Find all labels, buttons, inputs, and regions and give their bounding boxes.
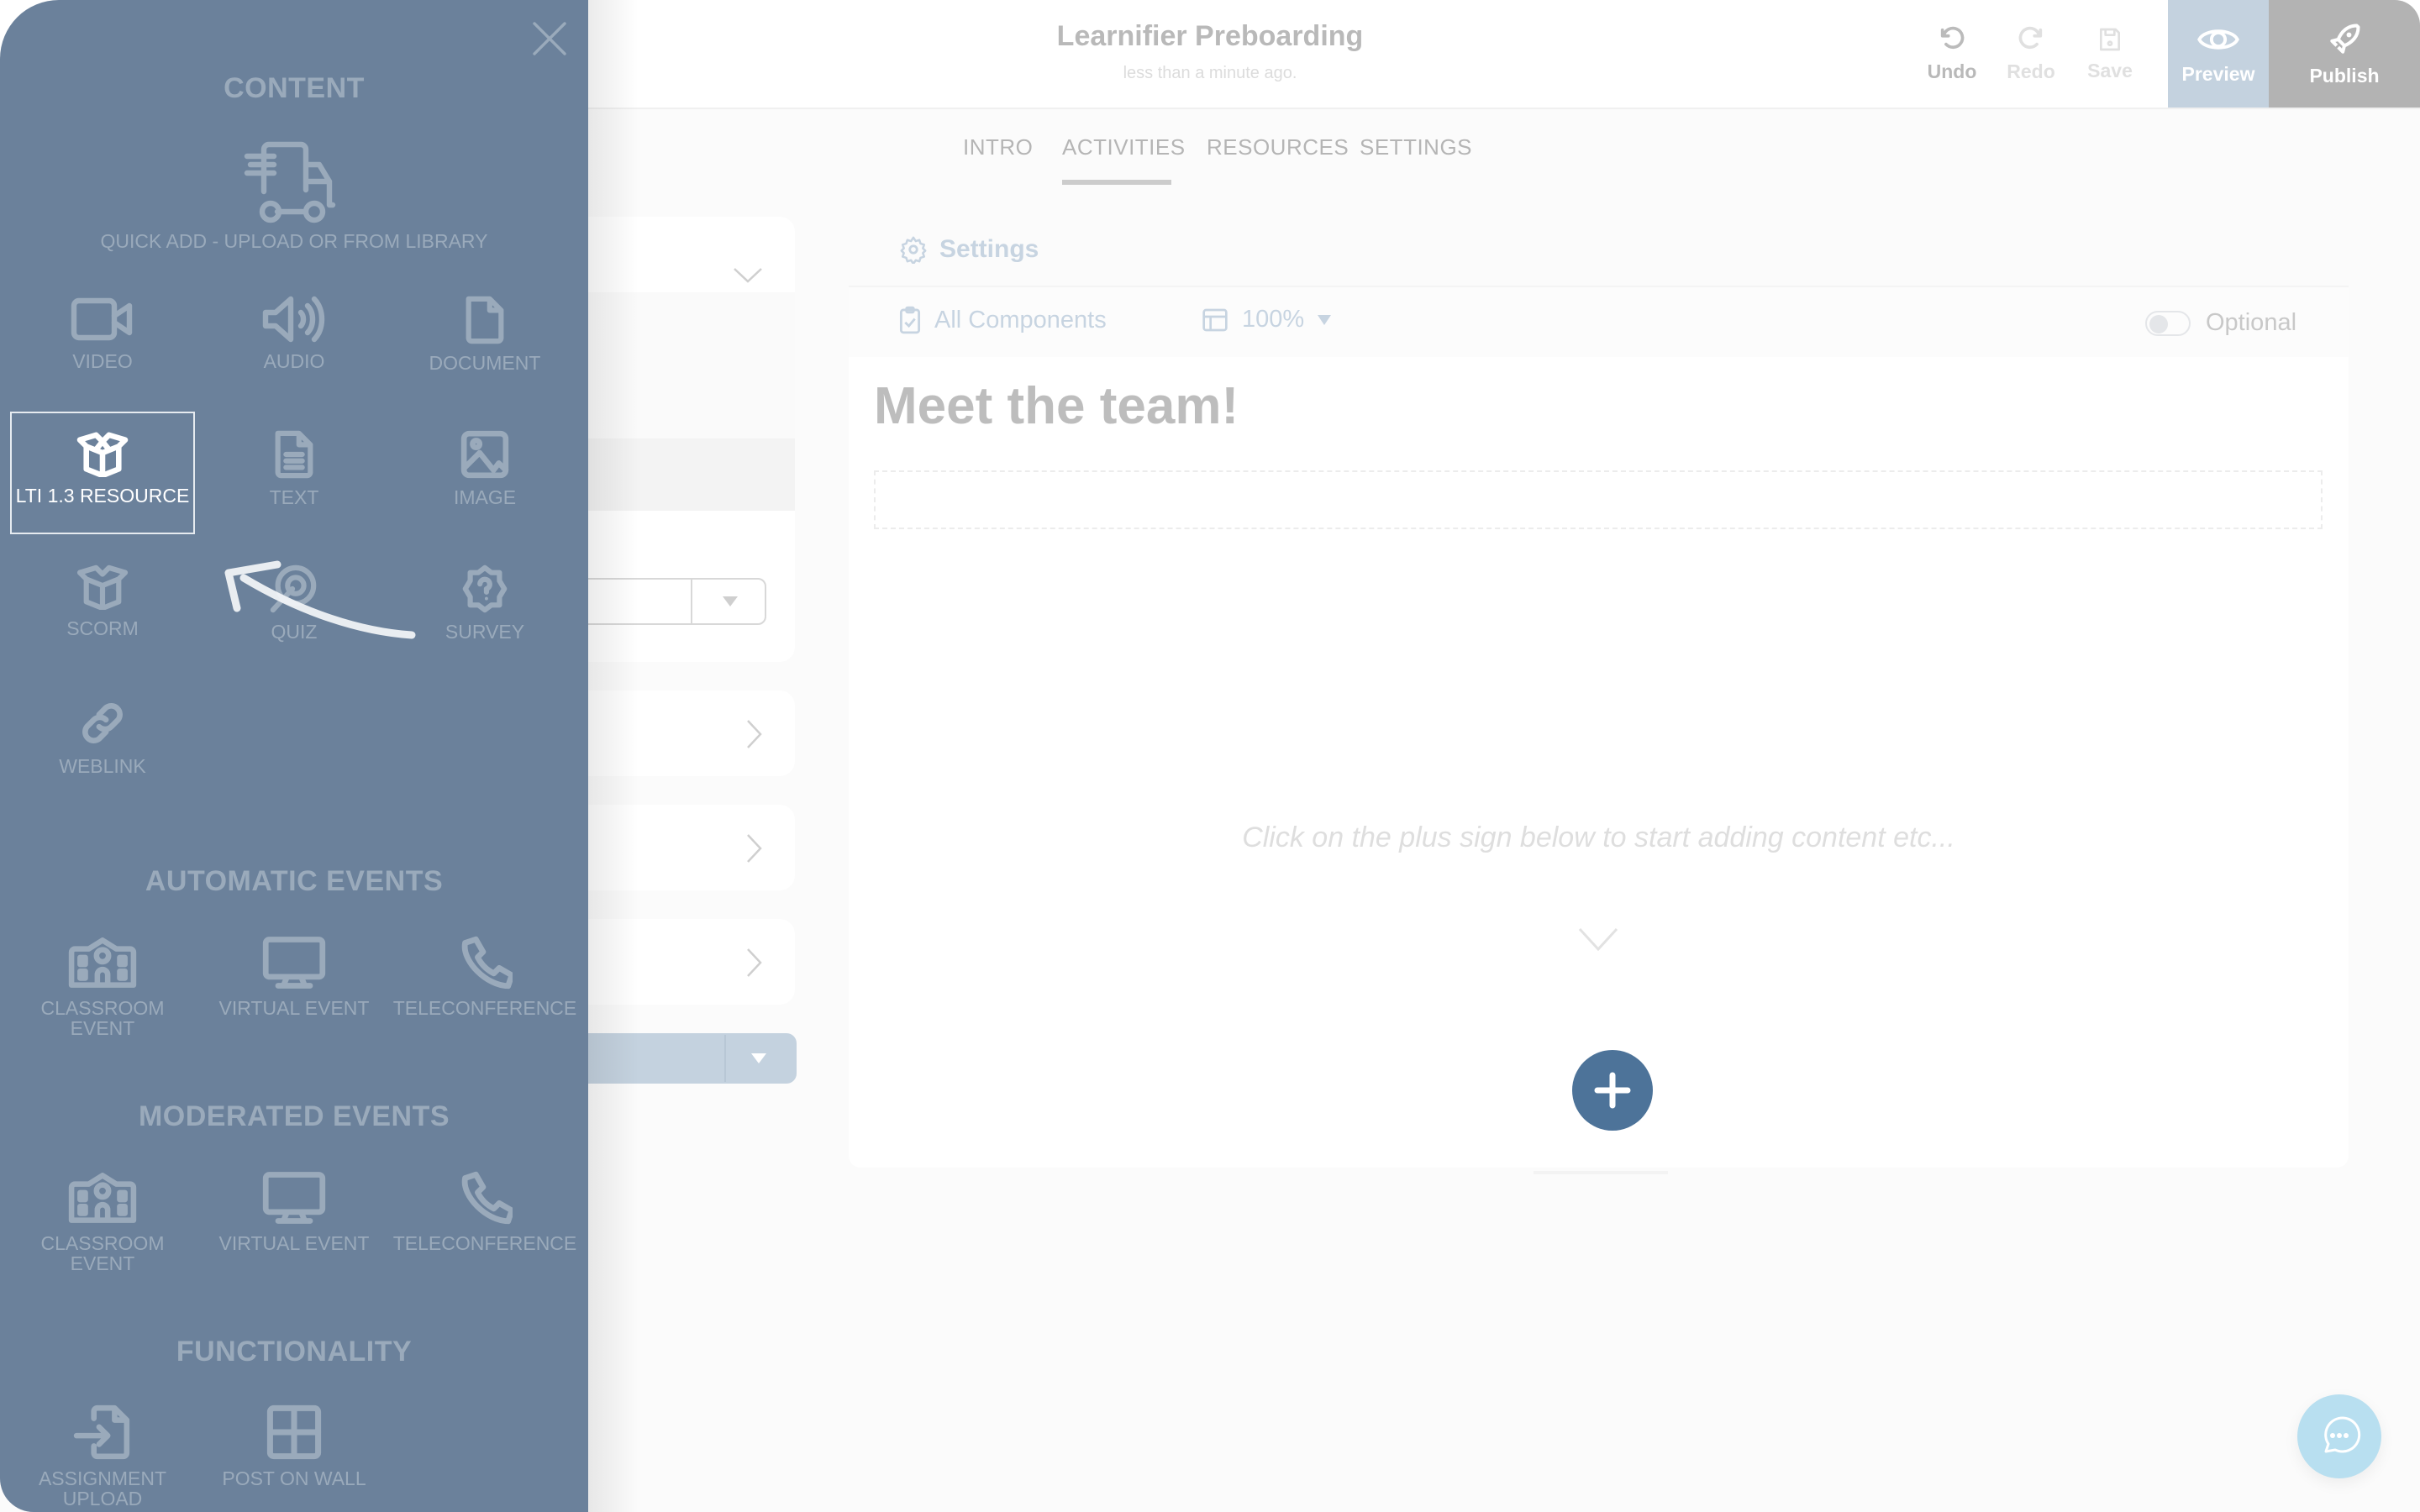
- settings-label: Settings: [939, 235, 1039, 263]
- course-title: Learnifier Preboarding: [1056, 20, 1364, 52]
- editor-toolbar: All Components 100% Optional: [849, 287, 2349, 357]
- active-tab-indicator: [1062, 180, 1171, 185]
- section-title-automatic-events: AUTOMATIC EVENTS: [145, 865, 444, 897]
- content-item-weblink[interactable]: WEBLINK: [10, 699, 195, 776]
- tab-bar: INTRO ACTIVITIES RESOURCES SETTINGS: [924, 109, 1512, 185]
- quick-add-label: QUICK ADD - UPLOAD OR FROM LIBRARY: [100, 230, 488, 252]
- tab-settings[interactable]: SETTINGS: [1360, 134, 1472, 160]
- question-badge-icon: [462, 564, 508, 613]
- caret-down-icon: [751, 1053, 766, 1063]
- chat-button[interactable]: [2297, 1394, 2381, 1478]
- redo-icon: [2018, 26, 2043, 49]
- document-icon: [466, 296, 504, 344]
- section-title-functionality: FUNCTIONALITY: [176, 1336, 413, 1368]
- toggle-switch[interactable]: [2145, 310, 2191, 336]
- optional-toggle[interactable]: Optional: [2145, 309, 2296, 337]
- content-item-image[interactable]: IMAGE: [392, 430, 577, 507]
- content-item-document[interactable]: DOCUMENT: [392, 296, 577, 373]
- editor-settings-row: Settings: [849, 217, 2349, 288]
- empty-state-hint: Click on the plus sign below to start ad…: [1242, 822, 1955, 853]
- automatic-item-classroom[interactable]: CLASSROOM EVENT: [10, 936, 195, 1038]
- content-item-text[interactable]: TEXT: [202, 430, 387, 507]
- annotation-arrow: [224, 560, 416, 639]
- gear-icon: [900, 236, 927, 264]
- image-icon: [460, 430, 509, 479]
- optional-label: Optional: [2206, 309, 2297, 336]
- text-file-icon: [275, 430, 313, 479]
- automatic-item-virtual-event[interactable]: VIRTUAL EVENT: [202, 936, 387, 1018]
- functionality-item-assignment-upload[interactable]: ASSIGNMENT UPLOAD: [10, 1404, 195, 1509]
- content-item-video[interactable]: VIDEO: [10, 296, 195, 371]
- file-import-icon: [73, 1404, 130, 1460]
- close-icon[interactable]: [531, 20, 568, 57]
- video-icon: [71, 297, 133, 341]
- school-icon: [68, 937, 137, 988]
- zoom-value: 100%: [1242, 306, 1305, 333]
- section-title-moderated-events: MODERATED EVENTS: [138, 1100, 450, 1132]
- add-content-button[interactable]: [1572, 1050, 1653, 1131]
- box-icon: [76, 432, 129, 477]
- grid-icon: [266, 1404, 322, 1460]
- quick-add-button[interactable]: QUICK ADD - UPLOAD OR FROM LIBRARY: [84, 141, 504, 253]
- content-item-scorm[interactable]: SCORM: [10, 564, 195, 638]
- chevron-down-icon[interactable]: [733, 267, 763, 284]
- divider: [1534, 1171, 1668, 1174]
- preview-button[interactable]: Preview: [2168, 0, 2269, 108]
- page-heading[interactable]: Meet the team!: [874, 376, 1239, 436]
- last-saved-status: less than a minute ago.: [1123, 64, 1297, 82]
- redo-button[interactable]: Redo: [1991, 0, 2070, 108]
- functionality-item-post-on-wall[interactable]: POST ON WALL: [202, 1404, 387, 1488]
- zoom-dropdown[interactable]: 100%: [1202, 306, 1332, 333]
- publish-label: Publish: [2309, 64, 2380, 87]
- save-button[interactable]: Save: [2070, 0, 2149, 108]
- layout-icon: [1202, 308, 1228, 331]
- delivery-truck-icon: [244, 141, 336, 223]
- plus-icon: [1594, 1072, 1631, 1109]
- moderated-item-classroom[interactable]: CLASSROOM EVENT: [10, 1171, 195, 1273]
- rocket-icon: [2330, 23, 2360, 54]
- section-title-content: CONTENT: [224, 72, 365, 104]
- chevron-right-icon: [747, 948, 762, 977]
- preview-label: Preview: [2181, 62, 2255, 85]
- chat-bubble-icon: [2324, 1416, 2361, 1453]
- content-item-survey[interactable]: SURVEY: [392, 564, 577, 642]
- automatic-item-teleconference[interactable]: TELECONFERENCE: [392, 936, 577, 1018]
- moderated-item-teleconference[interactable]: TELECONFERENCE: [392, 1171, 577, 1253]
- chevron-down-icon: [1578, 927, 1618, 951]
- content-item-audio[interactable]: AUDIO: [202, 296, 387, 371]
- chevron-right-icon: [747, 834, 762, 863]
- add-content-panel: CONTENT QUICK ADD - UPLOAD OR FROM LIBRA…: [0, 0, 588, 1512]
- components-filter[interactable]: All Components: [899, 306, 1107, 334]
- components-label: All Components: [934, 306, 1107, 333]
- caret-down-icon: [723, 596, 738, 606]
- content-item-lti-resource[interactable]: LTI 1.3 RESOURCE: [10, 412, 195, 534]
- link-icon: [82, 703, 123, 743]
- monitor-icon: [262, 1172, 326, 1224]
- undo-button[interactable]: Undo: [1912, 0, 1991, 108]
- box-icon: [76, 564, 129, 610]
- tab-intro[interactable]: INTRO: [963, 134, 1033, 160]
- moderated-item-virtual-event[interactable]: VIRTUAL EVENT: [202, 1171, 387, 1253]
- settings-link[interactable]: Settings: [899, 235, 1039, 264]
- chevron-right-icon: [747, 720, 762, 748]
- phone-icon: [461, 1171, 513, 1225]
- save-label: Save: [2087, 59, 2133, 81]
- publish-button[interactable]: Publish: [2269, 0, 2420, 108]
- panel-shadow: [588, 0, 639, 1512]
- tab-resources[interactable]: RESOURCES: [1207, 134, 1349, 160]
- audio-icon: [262, 296, 325, 343]
- eye-icon: [2197, 29, 2239, 50]
- content-drop-zone[interactable]: [874, 470, 2323, 529]
- phone-icon: [461, 936, 513, 990]
- clipboard-check-icon: [899, 306, 921, 334]
- undo-label: Undo: [1927, 60, 1977, 82]
- caret-down-icon: [1318, 314, 1332, 325]
- save-icon: [2100, 28, 2120, 50]
- undo-icon: [1940, 26, 1965, 49]
- tab-activities[interactable]: ACTIVITIES: [1062, 134, 1186, 160]
- school-icon: [68, 1173, 137, 1223]
- monitor-icon: [262, 937, 326, 989]
- editor-card: [849, 217, 2349, 1168]
- redo-label: Redo: [2007, 60, 2055, 82]
